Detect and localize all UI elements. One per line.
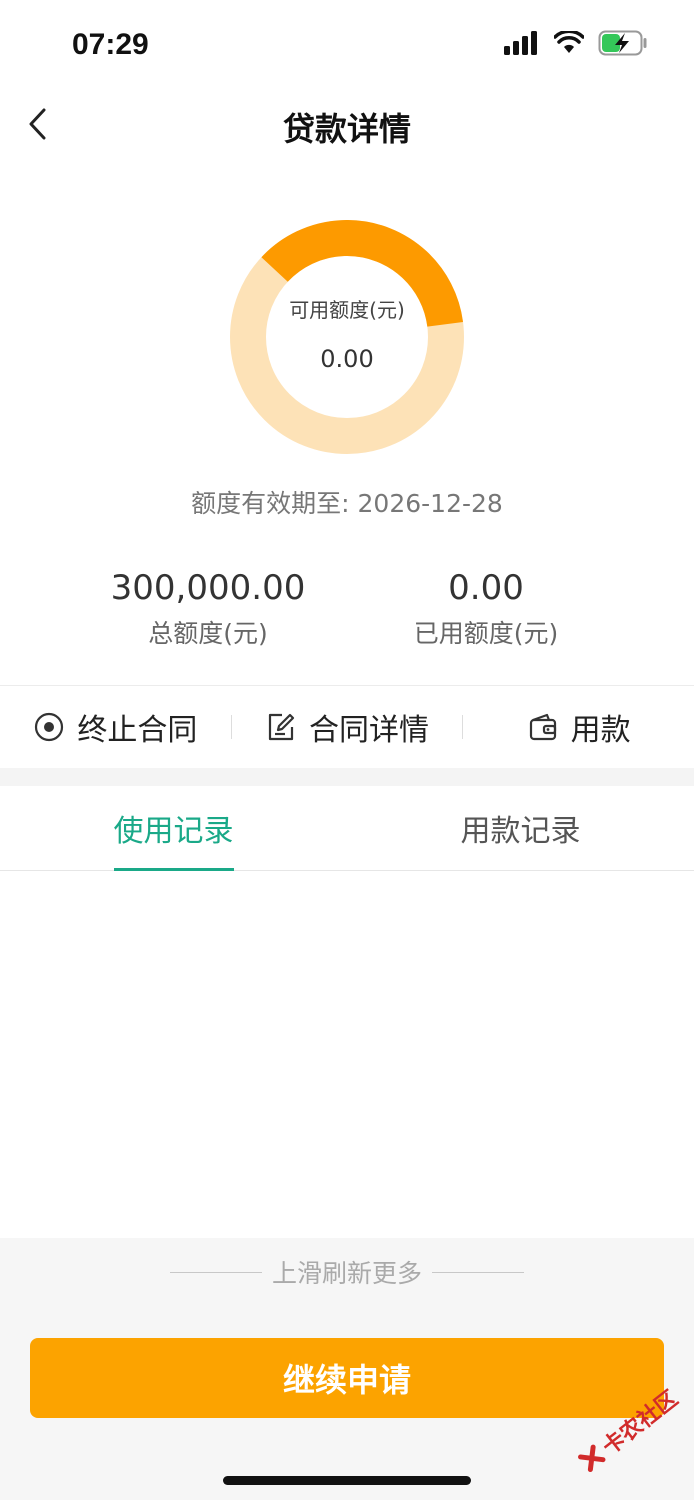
battery-charging-icon bbox=[598, 30, 647, 56]
page-title: 贷款详情 bbox=[282, 110, 411, 148]
credit-validity: 额度有效期至: 2026-12-28 bbox=[191, 489, 503, 518]
hint-line-left bbox=[169, 1271, 262, 1273]
contract-details-label: 合同详情 bbox=[309, 713, 429, 748]
status-icons bbox=[504, 30, 648, 56]
cellular-signal-icon bbox=[504, 31, 537, 55]
used-credit-value: 0.00 bbox=[448, 568, 524, 608]
total-credit-value: 300,000.00 bbox=[110, 568, 306, 608]
total-credit: 300,000.00 总额度(元) bbox=[68, 568, 348, 650]
wifi-icon bbox=[554, 31, 584, 53]
draw-funds-label: 用款 bbox=[570, 713, 631, 748]
refresh-hint-text: 上滑刷新更多 bbox=[271, 1259, 422, 1288]
available-credit-label: 可用额度(元) bbox=[289, 297, 405, 322]
contract-details-button[interactable]: 合同详情 bbox=[232, 705, 463, 749]
donut-center: 可用额度(元) 0.00 bbox=[230, 220, 464, 454]
action-bar: 终止合同 合同详情 用款 bbox=[0, 686, 694, 768]
record-tabs: 使用记录 用款记录 bbox=[0, 786, 694, 871]
total-credit-label: 总额度(元) bbox=[148, 619, 268, 648]
used-credit: 0.00 已用额度(元) bbox=[346, 568, 626, 650]
available-credit-value: 0.00 bbox=[320, 344, 374, 373]
terminate-contract-label: 终止合同 bbox=[77, 713, 198, 748]
continue-apply-button[interactable]: 继续申请 bbox=[30, 1338, 664, 1418]
status-time: 07:29 bbox=[72, 28, 149, 61]
used-credit-label: 已用额度(元) bbox=[413, 619, 559, 648]
terminate-contract-button[interactable]: 终止合同 bbox=[0, 705, 231, 749]
refresh-hint: 上滑刷新更多 bbox=[0, 1254, 694, 1290]
stop-circle-icon bbox=[35, 712, 64, 742]
draw-funds-button[interactable]: 用款 bbox=[463, 705, 694, 749]
tab-usage-records[interactable]: 使用记录 bbox=[0, 786, 347, 871]
edit-document-icon bbox=[268, 713, 295, 741]
hint-line-right bbox=[432, 1271, 524, 1273]
wallet-icon bbox=[529, 713, 556, 741]
section-gap bbox=[0, 768, 694, 786]
tab-draw-records[interactable]: 用款记录 bbox=[347, 786, 694, 870]
home-indicator bbox=[223, 1476, 471, 1485]
